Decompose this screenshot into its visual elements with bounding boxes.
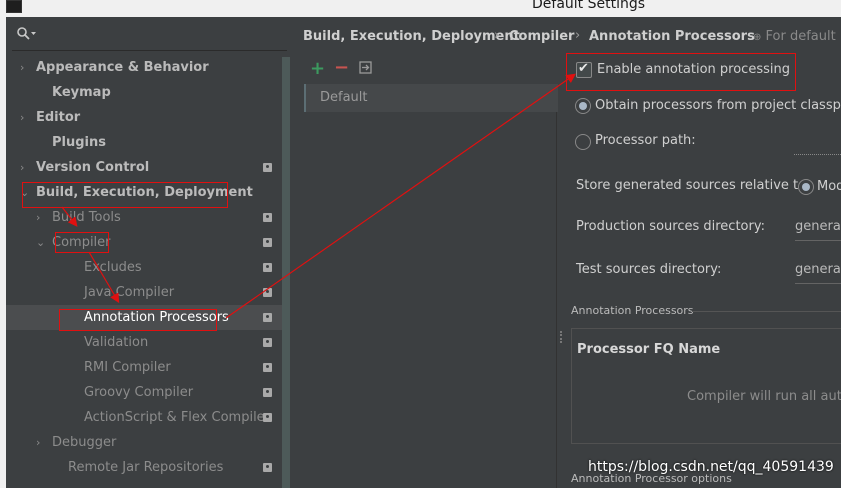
watermark: https://blog.csdn.net/qq_40591439: [588, 459, 834, 475]
arrow-to-enable-checkbox: [225, 73, 576, 319]
arrow-to-compiler: [61, 206, 78, 227]
arrow-to-annotation: [88, 251, 120, 304]
annotation-arrows: [61, 73, 576, 319]
